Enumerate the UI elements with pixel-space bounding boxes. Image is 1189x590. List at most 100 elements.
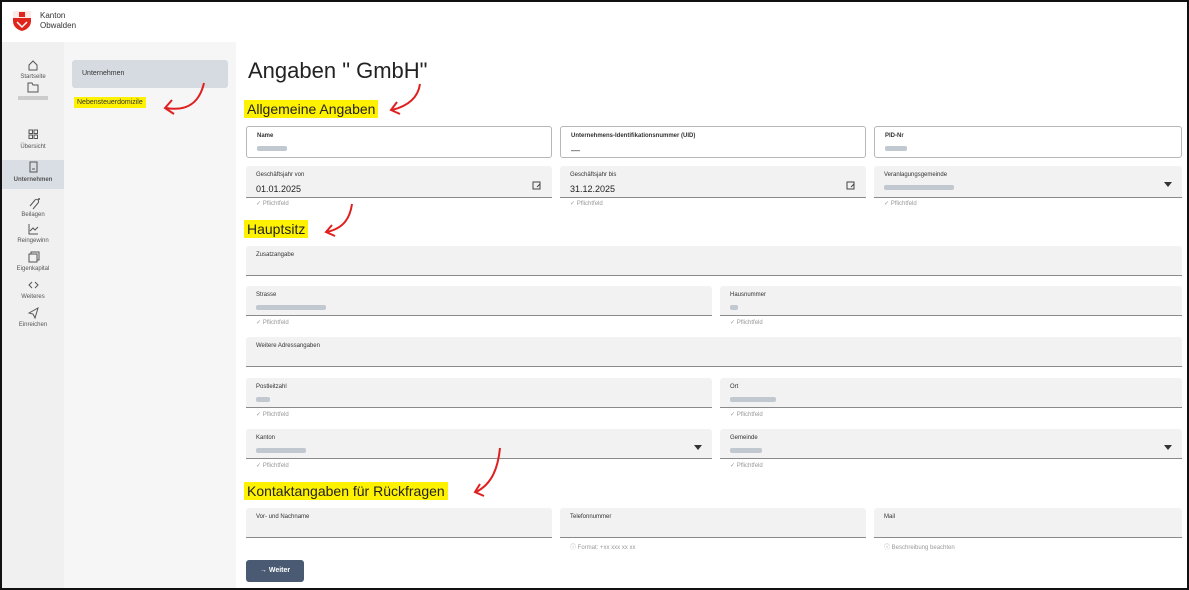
more-icon — [28, 281, 39, 289]
nav-eigenkapital[interactable]: Eigenkapital — [2, 250, 64, 272]
pid-field[interactable]: PID-Nr — [874, 126, 1182, 158]
uid-field[interactable]: Unternehmens-Identifikationsnummer (UID)… — [560, 126, 866, 158]
home-icon — [28, 60, 38, 71]
kanton-label: Kanton — [256, 435, 276, 441]
chevron-down-icon — [1164, 445, 1172, 450]
ort-field[interactable]: Ort — [720, 378, 1182, 408]
pid-label: PID-Nr — [885, 133, 904, 139]
subnav-unternehmen[interactable]: Unternehmen — [72, 60, 228, 88]
ort-label: Ort — [730, 384, 739, 390]
chart-icon — [28, 224, 39, 235]
folder-icon — [27, 82, 39, 93]
veranlagung-label: Veranlagungsgemeinde — [884, 172, 948, 178]
mail-hint: ⓘ Beschreibung beachten — [884, 545, 955, 551]
required-hint: ✓ Pflichtfeld — [884, 201, 917, 207]
required-hint: ✓ Pflichtfeld — [256, 320, 289, 326]
brand-line1: Kanton — [40, 11, 66, 20]
plz-value-obscured — [256, 397, 270, 402]
chevron-down-icon — [1164, 182, 1172, 187]
telefon-field[interactable]: Telefonnummer — [560, 508, 866, 538]
geschaeftsjahr-bis-field[interactable]: Geschäftsjahr bis 31.12.2025 — [560, 166, 866, 198]
hausnummer-label: Hausnummer — [730, 292, 767, 298]
telefon-label: Telefonnummer — [570, 514, 612, 520]
send-icon — [27, 306, 39, 320]
required-hint: ✓ Pflichtfeld — [256, 412, 289, 418]
subnav-nebensteuerdomizile-label: Nebensteuerdomizile — [74, 97, 146, 108]
nav-label: Übersicht — [20, 144, 46, 150]
section-kontaktangaben: Kontaktangaben für Rückfragen — [244, 482, 448, 500]
calendar-edit-icon[interactable] — [532, 180, 542, 190]
nav-label-obscured — [18, 96, 48, 100]
calendar-edit-icon[interactable] — [846, 180, 856, 190]
nav-label: Unternehmen — [13, 177, 53, 183]
gj-von-value: 01.01.2025 — [256, 184, 302, 194]
gj-bis-value: 31.12.2025 — [570, 184, 616, 194]
plz-label: Postleitzahl — [256, 384, 287, 390]
ort-value-obscured — [730, 397, 776, 402]
gemeinde-label: Gemeinde — [730, 435, 758, 441]
name-value-obscured — [257, 146, 287, 151]
main-content: Angaben " GmbH" Allgemeine Angaben Name … — [236, 42, 1187, 588]
zusatzangabe-field[interactable]: Zusatzangabe — [246, 246, 1182, 276]
zusatz-label: Zusatzangabe — [256, 252, 295, 258]
nav-label: Eigenkapital — [16, 266, 50, 272]
name-field[interactable]: Name — [246, 126, 552, 158]
nav-weiteres[interactable]: Weiteres — [2, 278, 64, 300]
gj-von-label: Geschäftsjahr von — [256, 172, 305, 178]
section-hauptsitz: Hauptsitz — [244, 220, 309, 238]
capital-icon — [28, 251, 40, 263]
left-nav: Startseite Übersicht Unternehmen Beilage… — [2, 42, 65, 588]
weitere-label: Weitere Adressangaben — [256, 343, 320, 349]
veranlagung-value-obscured — [884, 185, 954, 190]
required-hint: ✓ Pflichtfeld — [256, 201, 289, 207]
required-hint: ✓ Pflichtfeld — [730, 320, 763, 326]
required-hint: ✓ Pflichtfeld — [730, 412, 763, 418]
strasse-field[interactable]: Strasse — [246, 286, 712, 316]
kontakt-name-field[interactable]: Vor- und Nachname — [246, 508, 552, 538]
gemeinde-value-obscured — [730, 448, 762, 453]
grid-icon — [28, 129, 38, 139]
hausnummer-value-obscured — [730, 305, 738, 310]
weitere-adressangaben-field[interactable]: Weitere Adressangaben — [246, 337, 1182, 367]
kanton-select[interactable]: Kanton — [246, 429, 712, 459]
sub-nav: Unternehmen Nebensteuerdomizile — [64, 42, 236, 588]
attachment-icon — [29, 198, 40, 210]
strasse-label: Strasse — [256, 292, 277, 298]
gemeinde-select[interactable]: Gemeinde — [720, 429, 1182, 459]
mail-field[interactable]: Mail — [874, 508, 1182, 538]
required-hint: ✓ Pflichtfeld — [256, 463, 289, 469]
telefon-hint: ⓘ Format: +xx xxx xx xx — [570, 545, 636, 551]
nav-label: Reingewinn — [17, 238, 49, 244]
geschaeftsjahr-von-field[interactable]: Geschäftsjahr von 01.01.2025 — [246, 166, 552, 198]
strasse-value-obscured — [256, 305, 326, 310]
nav-einreichen[interactable]: Einreichen — [2, 306, 64, 328]
required-hint: ✓ Pflichtfeld — [730, 463, 763, 469]
postleitzahl-field[interactable]: Postleitzahl — [246, 378, 712, 408]
top-bar: Kanton Obwalden — [2, 2, 1187, 42]
weiter-button[interactable]: → Weiter — [246, 560, 304, 582]
mail-label: Mail — [884, 514, 896, 520]
chevron-down-icon — [694, 445, 702, 450]
nav-label: Weiteres — [21, 294, 45, 300]
brand-line2: Obwalden — [40, 21, 77, 30]
nav-label: Einreichen — [18, 322, 48, 328]
gj-bis-label: Geschäftsjahr bis — [570, 172, 617, 178]
section-allgemeine-angaben: Allgemeine Angaben — [244, 100, 379, 118]
uid-value: — — [571, 145, 580, 155]
subnav-nebensteuerdomizile[interactable]: Nebensteuerdomizile — [70, 92, 150, 114]
nav-reingewinn[interactable]: Reingewinn — [2, 222, 64, 244]
uid-label: Unternehmens-Identifikationsnummer (UID) — [571, 133, 696, 139]
nav-startseite[interactable]: Startseite — [2, 58, 64, 80]
veranlagungsgemeinde-select[interactable]: Veranlagungsgemeinde — [874, 166, 1182, 198]
kanton-value-obscured — [256, 448, 306, 453]
document-icon — [29, 161, 38, 173]
brand-text: Kanton Obwalden — [40, 11, 76, 31]
nav-uebersicht[interactable]: Übersicht — [2, 128, 64, 150]
kontakt-name-label: Vor- und Nachname — [256, 514, 310, 520]
nav-label: Beilagen — [21, 212, 45, 218]
nav-folder[interactable] — [2, 80, 64, 100]
required-hint: ✓ Pflichtfeld — [570, 201, 603, 207]
nav-unternehmen[interactable]: Unternehmen — [2, 160, 64, 189]
nav-beilagen[interactable]: Beilagen — [2, 196, 64, 218]
hausnummer-field[interactable]: Hausnummer — [720, 286, 1182, 316]
